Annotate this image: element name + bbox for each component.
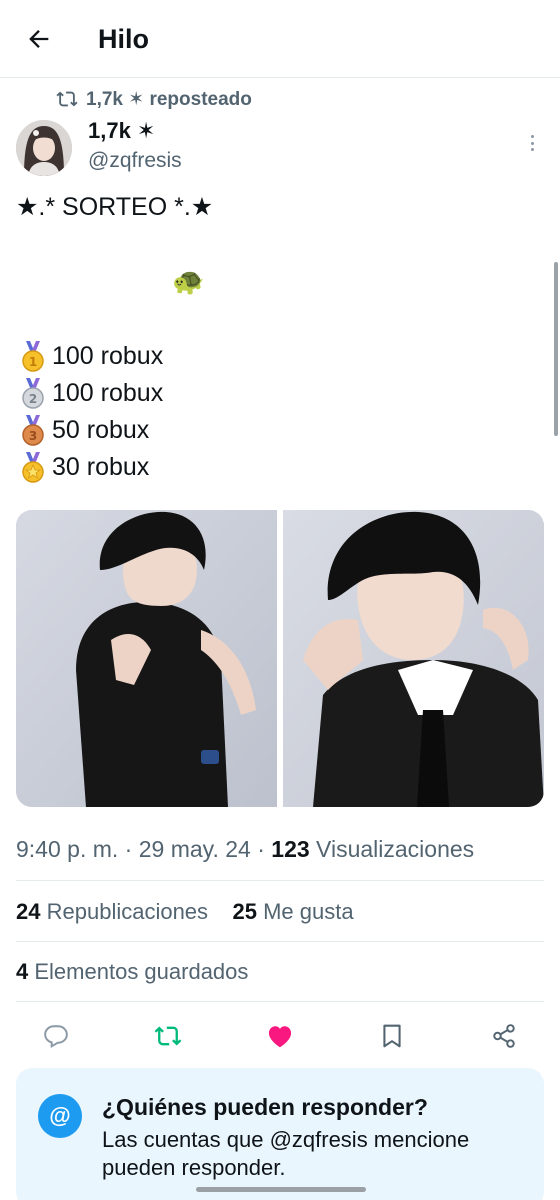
reply-button[interactable] — [40, 1020, 72, 1052]
author-name[interactable]: 1,7k ✶ — [88, 118, 155, 144]
divider — [16, 880, 544, 881]
action-bar — [16, 1014, 544, 1058]
top-bar: Hilo — [0, 0, 560, 78]
svg-text:3: 3 — [29, 429, 37, 443]
repost-icon — [154, 1026, 182, 1046]
divider — [16, 1001, 544, 1002]
photo-1[interactable] — [16, 510, 277, 807]
at-sign-icon: @ — [38, 1094, 82, 1138]
share-button[interactable] — [488, 1020, 520, 1052]
share-icon — [493, 1024, 515, 1048]
reposts-stat[interactable]: 24 Republicaciones — [16, 899, 208, 924]
heart-icon — [268, 1026, 292, 1048]
prize-label: 100 robux — [52, 341, 164, 370]
reply-notice-title: ¿Quiénes pueden responder? — [102, 1094, 428, 1120]
avatar-image — [16, 120, 72, 176]
scrollbar[interactable] — [554, 262, 558, 436]
author-handle[interactable]: @zqfresis — [88, 149, 182, 173]
repost-button[interactable] — [152, 1020, 184, 1052]
saves-stat[interactable]: 4 Elementos guardados — [16, 959, 248, 985]
silver-medal-icon: 2 — [22, 378, 44, 409]
tweet-title: ★.* SORTEO *.★ — [16, 193, 214, 221]
bookmark-button[interactable] — [376, 1020, 408, 1052]
reply-icon — [44, 1025, 68, 1048]
prize-label: 30 robux — [52, 452, 150, 481]
turtle-emoji: 🐢 — [172, 266, 205, 296]
repost-icon — [56, 91, 78, 107]
repost-label: 1,7k ✶ reposteado — [86, 88, 252, 110]
more-options-icon[interactable] — [522, 132, 542, 154]
views-count: 123 — [271, 836, 310, 862]
reply-notice-description: Las cuentas que @zqfresis mencione puede… — [102, 1127, 470, 1180]
avatar[interactable] — [16, 120, 72, 176]
prize-label: 100 robux — [52, 378, 164, 407]
prize-item-1: 1 100 robux — [16, 339, 163, 373]
page-title: Hilo — [98, 24, 149, 54]
tweet-date[interactable]: 29 may. 24 — [139, 836, 251, 862]
arrow-left-icon — [29, 30, 49, 48]
views-label: Visualizaciones — [316, 836, 475, 862]
home-indicator[interactable] — [196, 1187, 366, 1192]
prize-item-3: 3 50 robux — [16, 413, 149, 447]
repost-indicator[interactable]: 1,7k ✶ reposteado — [56, 86, 252, 112]
bronze-medal-icon: 3 — [22, 415, 44, 446]
tweet-meta: 9:40 p. m. · 29 may. 24 · 123 Visualizac… — [16, 836, 475, 862]
tweet-time[interactable]: 9:40 p. m. — [16, 836, 118, 862]
divider — [16, 941, 544, 942]
reply-restriction-notice: @ ¿Quiénes pueden responder? Las cuentas… — [16, 1068, 544, 1200]
prize-label: 50 robux — [52, 415, 150, 444]
gold-medal-icon: 1 — [22, 341, 44, 372]
bookmark-icon — [383, 1024, 401, 1048]
photo-2[interactable] — [283, 510, 544, 807]
prize-item-4: 30 robux — [16, 450, 149, 484]
back-button[interactable] — [22, 22, 56, 56]
like-button[interactable] — [264, 1020, 296, 1052]
engagement-stats: 24 Republicaciones 25 Me gusta — [16, 899, 354, 925]
prize-item-2: 2 100 robux — [16, 376, 163, 410]
star-medal-icon — [22, 452, 44, 483]
likes-stat[interactable]: 25 Me gusta — [233, 899, 354, 924]
svg-text:2: 2 — [29, 392, 37, 406]
svg-text:1: 1 — [29, 355, 37, 369]
media-gallery — [16, 510, 544, 807]
